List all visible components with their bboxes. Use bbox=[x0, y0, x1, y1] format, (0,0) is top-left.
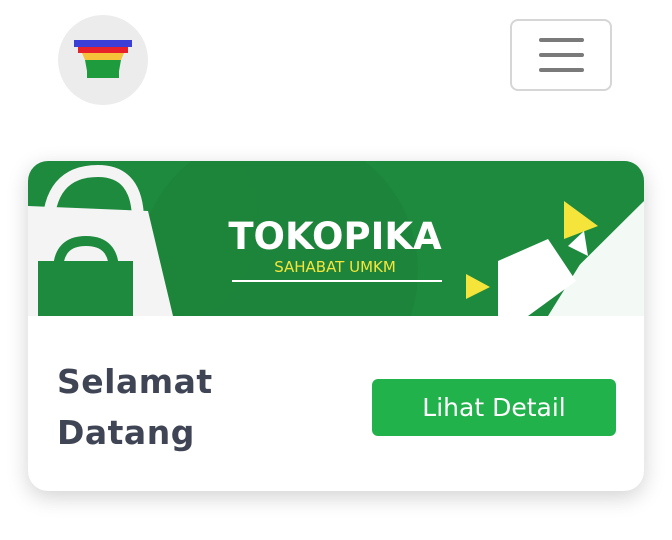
banner-brand: TOKOPIKA bbox=[228, 215, 442, 258]
tokopika-banner: TOKOPIKA SAHABAT UMKM bbox=[28, 161, 644, 316]
tokopika-store-logo-icon bbox=[74, 40, 132, 78]
welcome-heading: Selamat Datang bbox=[57, 356, 237, 458]
hamburger-menu-icon-line bbox=[538, 68, 584, 72]
app-logo[interactable] bbox=[58, 15, 148, 105]
view-detail-button[interactable]: Lihat Detail bbox=[372, 379, 616, 436]
welcome-line-1: Selamat bbox=[57, 362, 213, 401]
banner-tagline: SAHABAT UMKM bbox=[274, 258, 396, 276]
hamburger-menu-icon-line bbox=[538, 53, 584, 57]
welcome-card: TOKOPIKA SAHABAT UMKM Selamat Datang Lih… bbox=[28, 161, 644, 491]
hamburger-menu-icon bbox=[538, 38, 584, 42]
welcome-line-2: Datang bbox=[57, 413, 195, 452]
menu-toggle-button[interactable] bbox=[510, 19, 612, 91]
